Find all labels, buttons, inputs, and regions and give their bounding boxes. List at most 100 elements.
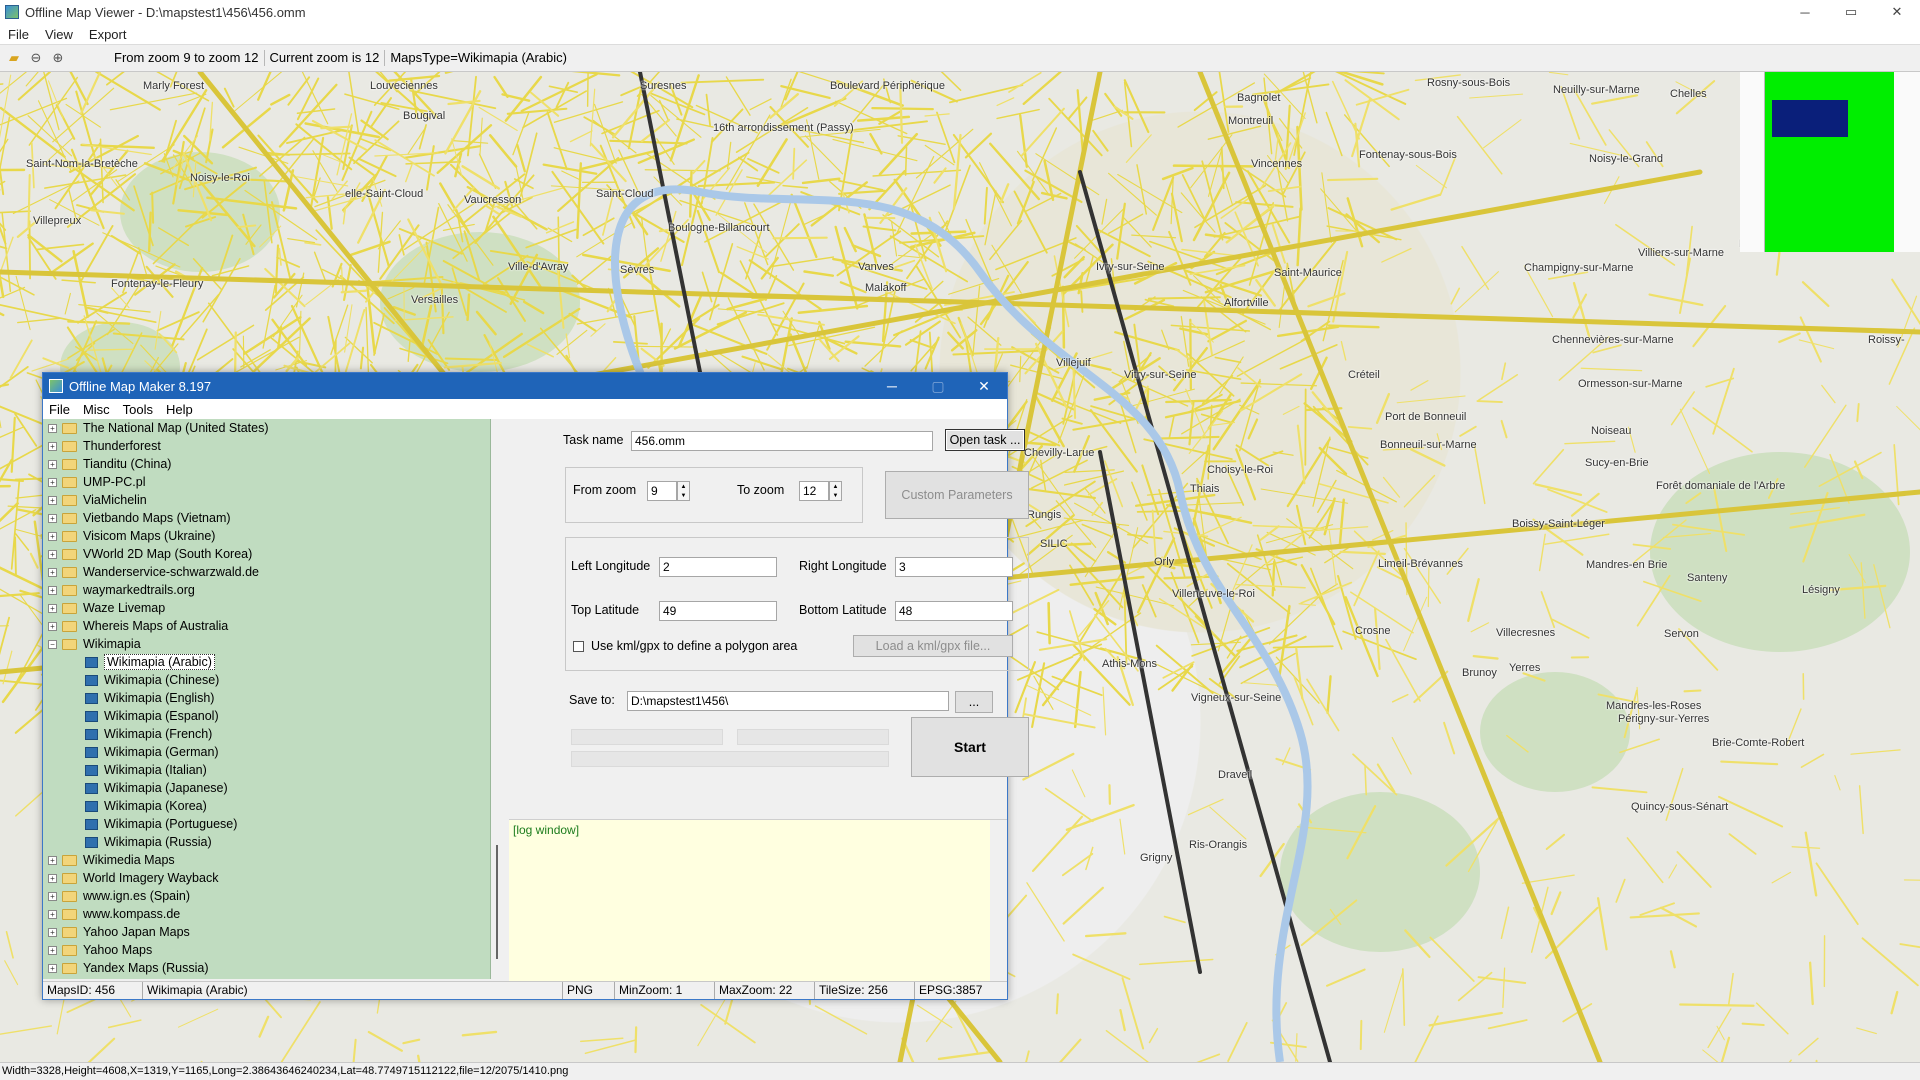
- close-button[interactable]: ✕: [1874, 0, 1920, 24]
- log-scrollbar[interactable]: [990, 820, 1007, 982]
- tree-map-item[interactable]: Wikimapia (Chinese): [43, 671, 490, 689]
- dialog-minimize-button[interactable]: ─: [869, 373, 915, 399]
- tree-folder-item[interactable]: + Tianditu (China): [43, 455, 490, 473]
- tree-item-label: ViaMichelin: [83, 493, 147, 507]
- tree-folder-item[interactable]: + Yahoo Maps: [43, 941, 490, 959]
- tree-folder-item[interactable]: + Vietbando Maps (Vietnam): [43, 509, 490, 527]
- browse-button[interactable]: ...: [955, 691, 993, 713]
- expand-icon[interactable]: +: [48, 873, 57, 883]
- menu-export[interactable]: Export: [89, 27, 127, 42]
- right-longitude-input[interactable]: [895, 557, 1013, 577]
- dialog-menu-file[interactable]: File: [49, 402, 70, 417]
- folder-icon: [62, 422, 77, 434]
- tree-map-item[interactable]: Wikimapia (Portuguese): [43, 815, 490, 833]
- expand-icon[interactable]: +: [48, 567, 57, 577]
- tree-item-label: World Imagery Wayback: [83, 871, 219, 885]
- tree-map-item[interactable]: Wikimapia (Italian): [43, 761, 490, 779]
- left-longitude-input[interactable]: [659, 557, 777, 577]
- log-window[interactable]: [log window]: [509, 819, 1007, 982]
- expand-icon[interactable]: +: [48, 423, 57, 433]
- tree-map-item[interactable]: Wikimapia (German): [43, 743, 490, 761]
- top-latitude-input[interactable]: [659, 601, 777, 621]
- tree-scrollbar[interactable]: [491, 419, 508, 979]
- expand-icon[interactable]: +: [48, 531, 57, 541]
- custom-parameters-button[interactable]: Custom Parameters: [885, 471, 1029, 519]
- tree-folder-item[interactable]: + Wanderservice-schwarzwald.de: [43, 563, 490, 581]
- tree-folder-item[interactable]: + Yahoo Japan Maps: [43, 923, 490, 941]
- tree-folder-item[interactable]: + World Imagery Wayback: [43, 869, 490, 887]
- tree-folder-item[interactable]: + www.kompass.de: [43, 905, 490, 923]
- dialog-menu-misc[interactable]: Misc: [83, 402, 110, 417]
- tree-folder-item[interactable]: − Wikimapia: [43, 635, 490, 653]
- tree-folder-item[interactable]: + Waze Livemap: [43, 599, 490, 617]
- expand-icon[interactable]: +: [48, 909, 57, 919]
- tree-map-item[interactable]: Wikimapia (Russia): [43, 833, 490, 851]
- expand-icon[interactable]: +: [48, 621, 57, 631]
- map-place-label: Quincy-sous-Sénart: [1631, 801, 1729, 813]
- expand-icon[interactable]: +: [48, 927, 57, 937]
- expand-icon[interactable]: +: [48, 459, 57, 469]
- tree-folder-item[interactable]: + Yandex Maps (Russia): [43, 959, 490, 977]
- status-max-zoom: MaxZoom: 22: [715, 982, 815, 999]
- expand-icon[interactable]: +: [48, 603, 57, 613]
- tree-map-item[interactable]: Wikimapia (Japanese): [43, 779, 490, 797]
- menu-view[interactable]: View: [45, 27, 73, 42]
- tree-item-label: UMP-PC.pl: [83, 475, 146, 489]
- tree-folder-item[interactable]: + waymarkedtrails.org: [43, 581, 490, 599]
- status-tile-size: TileSize: 256: [815, 982, 915, 999]
- tree-map-item[interactable]: Wikimapia (English): [43, 689, 490, 707]
- dialog-menu-help[interactable]: Help: [166, 402, 193, 417]
- overview-minimap[interactable]: [1764, 72, 1894, 252]
- expand-icon[interactable]: +: [48, 441, 57, 451]
- tree-scroll-thumb[interactable]: [496, 845, 498, 959]
- expand-icon[interactable]: +: [48, 549, 57, 559]
- to-zoom-input[interactable]: [799, 481, 829, 501]
- to-zoom-label: To zoom: [737, 483, 785, 497]
- expand-icon[interactable]: +: [48, 513, 57, 523]
- map-place-label: Sucy-en-Brie: [1585, 457, 1649, 469]
- to-zoom-spinner[interactable]: ▲ ▼: [829, 481, 842, 501]
- task-name-input[interactable]: [631, 431, 933, 451]
- tree-map-item[interactable]: Wikimapia (Arabic): [43, 653, 490, 671]
- expand-icon[interactable]: +: [48, 891, 57, 901]
- window-title: Offline Map Viewer - D:\mapstest1\456\45…: [25, 4, 306, 20]
- minimize-button[interactable]: ─: [1782, 0, 1828, 24]
- load-kml-button[interactable]: Load a kml/gpx file...: [853, 635, 1013, 657]
- collapse-icon[interactable]: −: [48, 639, 57, 649]
- tree-folder-item[interactable]: + Whereis Maps of Australia: [43, 617, 490, 635]
- expand-icon[interactable]: +: [48, 945, 57, 955]
- tree-map-item[interactable]: Wikimapia (Korea): [43, 797, 490, 815]
- save-to-input[interactable]: [627, 691, 949, 711]
- tree-folder-item[interactable]: + The National Map (United States): [43, 419, 490, 437]
- tree-folder-item[interactable]: + Visicom Maps (Ukraine): [43, 527, 490, 545]
- bottom-latitude-input[interactable]: [895, 601, 1013, 621]
- from-zoom-spinner[interactable]: ▲ ▼: [677, 481, 690, 501]
- tree-folder-item[interactable]: + www.ign.es (Spain): [43, 887, 490, 905]
- expand-icon[interactable]: +: [48, 585, 57, 595]
- minimap-viewport[interactable]: [1772, 100, 1848, 137]
- start-button[interactable]: Start: [911, 717, 1029, 777]
- expand-icon[interactable]: +: [48, 855, 57, 865]
- tree-folder-item[interactable]: + Wikimedia Maps: [43, 851, 490, 869]
- zoom-in-icon[interactable]: ⊕: [47, 47, 69, 69]
- open-folder-icon[interactable]: ▰: [3, 47, 25, 69]
- tree-folder-item[interactable]: + VWorld 2D Map (South Korea): [43, 545, 490, 563]
- tree-folder-item[interactable]: + Thunderforest: [43, 437, 490, 455]
- tree-map-item[interactable]: Wikimapia (French): [43, 725, 490, 743]
- dialog-menu-tools[interactable]: Tools: [123, 402, 153, 417]
- maximize-button[interactable]: ▭: [1828, 0, 1874, 24]
- dialog-close-button[interactable]: ✕: [961, 373, 1007, 399]
- menu-file[interactable]: File: [8, 27, 29, 42]
- expand-icon[interactable]: +: [48, 495, 57, 505]
- use-kml-checkbox[interactable]: [573, 641, 584, 652]
- map-place-label: Fontenay-sous-Bois: [1359, 149, 1457, 161]
- open-task-button[interactable]: Open task ...: [945, 429, 1025, 451]
- expand-icon[interactable]: +: [48, 963, 57, 973]
- tree-map-item[interactable]: Wikimapia (Espanol): [43, 707, 490, 725]
- tree-folder-item[interactable]: + ViaMichelin: [43, 491, 490, 509]
- zoom-out-icon[interactable]: ⊖: [25, 47, 47, 69]
- dialog-maximize-button: ▢: [931, 377, 945, 394]
- from-zoom-input[interactable]: [647, 481, 677, 501]
- expand-icon[interactable]: +: [48, 477, 57, 487]
- tree-folder-item[interactable]: + UMP-PC.pl: [43, 473, 490, 491]
